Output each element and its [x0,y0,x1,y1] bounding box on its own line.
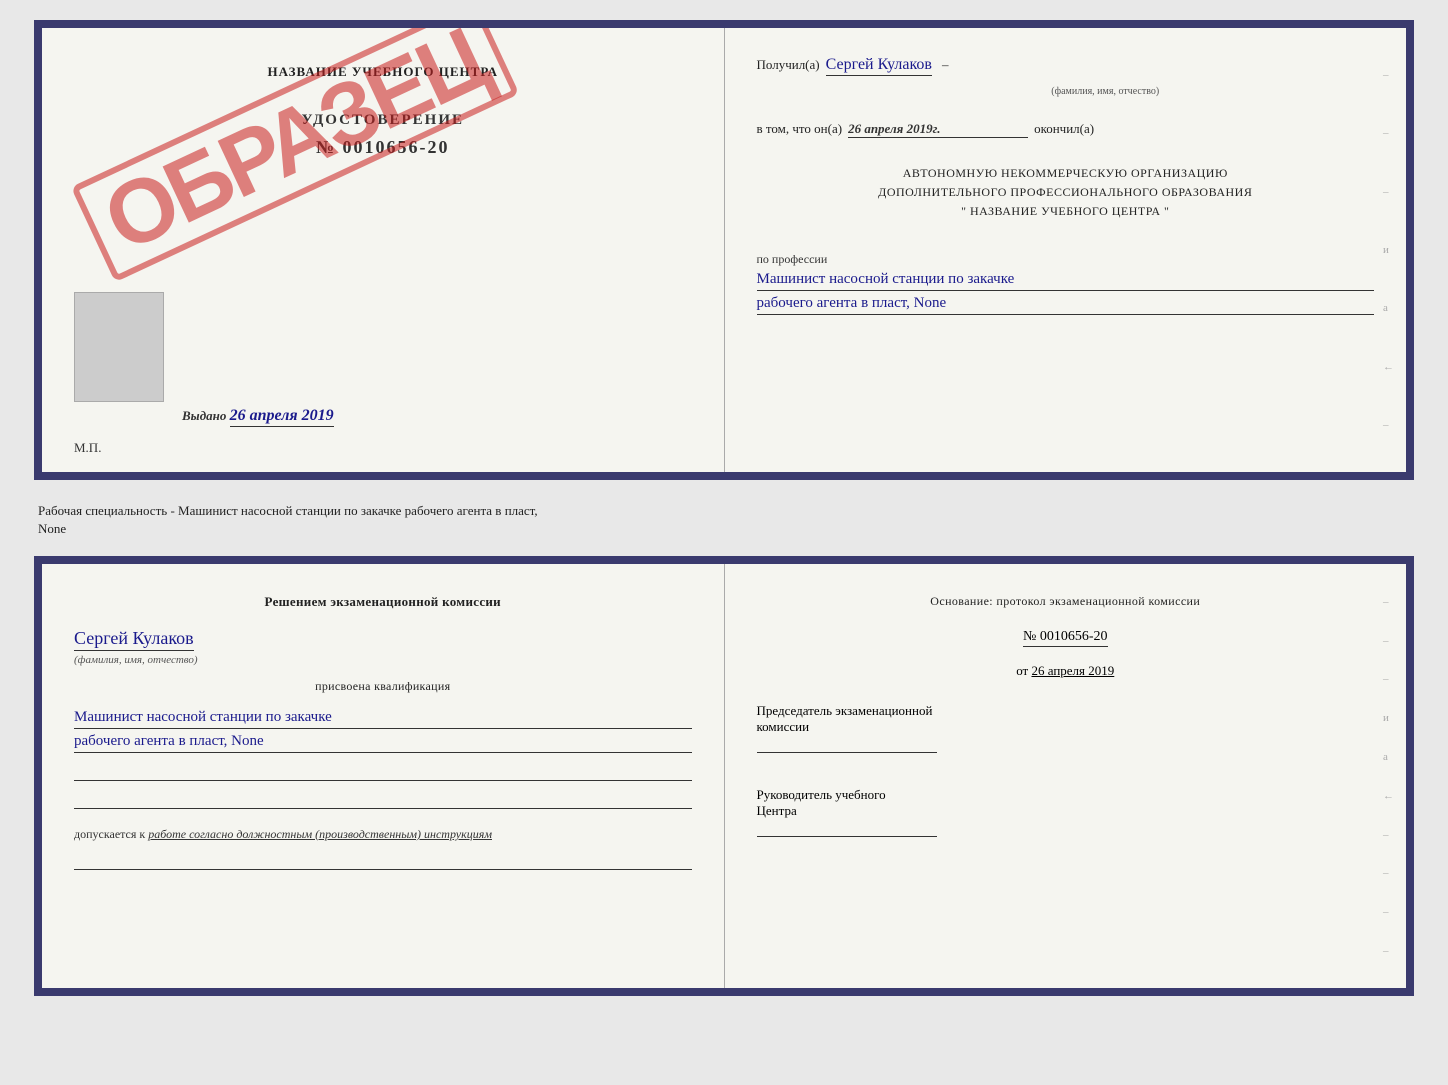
blank-line-3 [74,856,692,870]
document-bottom: Решением экзаменационной комиссии Сергей… [34,556,1414,996]
profession-line1: Машинист насосной станции по закачке [757,271,1375,291]
left-bottom-section: Решением экзаменационной комиссии Сергей… [42,564,725,988]
issued-label: Выдано [182,408,226,423]
date-prefix: в том, что он(а) [757,121,843,137]
profession-block: по профессии Машинист насосной станции п… [757,248,1375,315]
protocol-number: № 0010656-20 [1023,629,1108,647]
chairman-sig-line [757,739,937,753]
issued-date: 26 апреля 2019 [230,407,334,427]
right-top-section: Получил(а) Сергей Кулаков – (фамилия, им… [725,28,1407,472]
qualification-block: Машинист насосной станции по закачке раб… [74,705,692,753]
допуск-text: работе согласно должностным (производств… [148,827,492,841]
cert-number: № 0010656-20 [316,137,450,158]
profession-label: по профессии [757,252,1375,267]
head-line2: Центра [757,803,1375,819]
date-value-bottom: 26 апреля 2019 [1031,663,1114,678]
received-prefix: Получил(а) [757,57,820,73]
chairman-line2: комиссии [757,719,1375,735]
separator-line2: None [38,520,1414,538]
head-line1: Руководитель учебного [757,787,1375,803]
chairman-line1: Председатель экзаменационной [757,703,1375,719]
photo-placeholder [74,292,164,402]
person-name: Сергей Кулаков [74,628,194,651]
date-row-bottom: от 26 апреля 2019 [757,663,1375,679]
issued-line: Выдано 26 апреля 2019 [182,407,334,427]
separator-text: Рабочая специальность - Машинист насосно… [34,496,1414,540]
допуск-prefix: допускается к [74,827,145,841]
cert-label: УДОСТОВЕРЕНИЕ [302,112,465,129]
person-sublabel: (фамилия, имя, отчество) [74,654,198,666]
date-value: 26 апреля 2019г. [848,121,1028,138]
org-line1: АВТОНОМНУЮ НЕКОММЕРЧЕСКУЮ ОРГАНИЗАЦИЮ [757,164,1375,183]
obrazec-stamp: ОБРАЗЕЦ [71,20,519,282]
mp-label: М.П. [74,440,101,456]
chairman-block: Председатель экзаменационной комиссии [757,703,1375,753]
head-sig-line [757,823,937,837]
recipient-sublabel: (фамилия, имя, отчество) [837,86,1375,97]
right-dashes: – – – и а ← – [1383,28,1394,472]
person-block: Сергей Кулаков (фамилия, имя, отчество) [74,628,692,667]
head-block: Руководитель учебного Центра [757,787,1375,837]
допуск-block: допускается к работе согласно должностны… [74,827,692,842]
protocol-number-row: № 0010656-20 [757,628,1375,647]
right-dashes-bottom: – – – и а ← – – – – [1383,564,1394,988]
date-prefix-bottom: от [1016,663,1028,678]
org-name-quotes: " НАЗВАНИЕ УЧЕБНОГО ЦЕНТРА " [757,202,1375,221]
org-line2: ДОПОЛНИТЕЛЬНОГО ПРОФЕССИОНАЛЬНОГО ОБРАЗО… [757,183,1375,202]
right-bottom-section: Основание: протокол экзаменационной коми… [725,564,1407,988]
basis-title: Основание: протокол экзаменационной коми… [757,592,1375,610]
qualification-line1: Машинист насосной станции по закачке [74,709,692,729]
finished-label: окончил(а) [1034,121,1094,137]
document-top: НАЗВАНИЕ УЧЕБНОГО ЦЕНТРА УДОСТОВЕРЕНИЕ №… [34,20,1414,480]
left-top-section: НАЗВАНИЕ УЧЕБНОГО ЦЕНТРА УДОСТОВЕРЕНИЕ №… [42,28,725,472]
qualification-line2: рабочего агента в пласт, None [74,733,692,753]
date-row: в том, что он(а) 26 апреля 2019г. окончи… [757,121,1375,138]
org-block: АВТОНОМНУЮ НЕКОММЕРЧЕСКУЮ ОРГАНИЗАЦИЮ ДО… [757,164,1375,222]
profession-line2: рабочего агента в пласт, None [757,295,1375,315]
recipient-name: Сергей Кулаков [826,56,932,76]
training-center-title: НАЗВАНИЕ УЧЕБНОГО ЦЕНТРА [267,64,498,80]
commission-title: Решением экзаменационной комиссии [74,592,692,612]
separator-line1: Рабочая специальность - Машинист насосно… [38,502,1414,520]
assigned-label: присвоена квалификация [74,677,692,695]
blank-line-1 [74,767,692,781]
received-row: Получил(а) Сергей Кулаков – [757,56,1375,76]
blank-line-2 [74,795,692,809]
